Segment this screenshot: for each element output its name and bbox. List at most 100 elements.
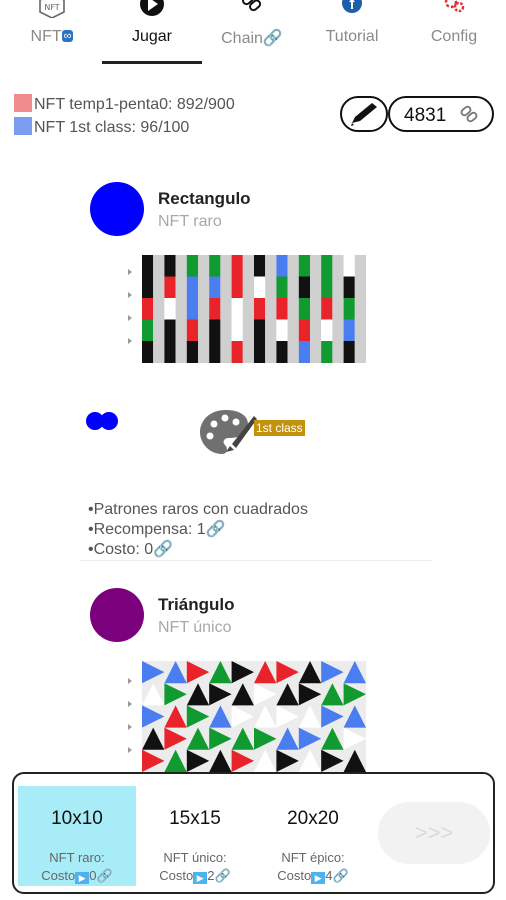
pattern-cell	[186, 255, 198, 277]
pattern-cell	[209, 341, 221, 363]
pattern-cell	[276, 276, 288, 299]
pattern-cell	[310, 319, 322, 342]
pattern-cell	[242, 341, 254, 363]
temp-color-swatch	[14, 94, 32, 112]
pattern-cell	[254, 298, 266, 320]
pattern-cell	[220, 319, 232, 342]
active-tab-indicator	[102, 61, 202, 64]
pattern-cell	[354, 255, 366, 277]
pattern-cell	[265, 255, 277, 277]
pattern-cell	[164, 276, 176, 299]
pattern-cell	[198, 298, 210, 320]
tutorial-icon	[342, 0, 362, 13]
nft-icon: NFT	[39, 0, 65, 18]
pattern-cell	[153, 255, 165, 277]
pattern-cell	[164, 341, 176, 363]
pen-icon	[351, 103, 377, 126]
play-icon: ▶	[193, 872, 208, 884]
tab-config-label: Config	[430, 28, 478, 45]
tab-nft-label: NFT	[30, 28, 62, 45]
reward-line: •Recompensa: 1🔗	[88, 521, 226, 538]
option-cost: 2🔗	[207, 868, 231, 883]
pattern-cell	[332, 298, 344, 320]
pattern-cell	[198, 276, 210, 299]
row-marker	[128, 269, 132, 275]
pattern-cell	[332, 276, 344, 299]
option-rarity: NFT único:	[163, 850, 227, 865]
tab-jugar-label: Jugar	[131, 28, 173, 45]
row-marker	[128, 724, 132, 730]
pattern-cell	[231, 341, 243, 363]
option-size: 10x10	[51, 808, 103, 829]
pattern-cell	[175, 341, 187, 363]
pattern-cell	[276, 255, 288, 277]
chain-icon	[460, 105, 478, 123]
tab-config[interactable]: Config	[404, 0, 504, 64]
pattern-cell	[198, 319, 210, 342]
card-title: Rectangulo	[158, 189, 251, 208]
pattern-cell	[287, 255, 299, 277]
pattern-cell	[142, 341, 154, 363]
pattern-cell	[209, 298, 221, 320]
tab-nft[interactable]: NFT NFT ∞	[2, 0, 102, 64]
row-marker	[128, 292, 132, 298]
pattern-cell	[310, 298, 322, 320]
row-marker	[128, 747, 132, 753]
pattern-cell	[254, 341, 266, 363]
pattern-cell	[242, 255, 254, 277]
feature-line: •Patrones raros con cuadrados	[88, 501, 308, 518]
option-rarity: NFT raro:	[49, 850, 105, 865]
pattern-cell	[298, 298, 310, 320]
option-size: 15x15	[169, 808, 221, 829]
size-option-20x20[interactable]: 20x20 NFT épico: Costo ▶ 4🔗	[254, 786, 372, 886]
pattern-cell	[321, 276, 333, 299]
pattern-cell	[343, 255, 355, 277]
row-marker	[128, 678, 132, 684]
option-cost: 0🔗	[89, 868, 113, 883]
pattern-cell	[287, 276, 299, 299]
size-option-15x15[interactable]: 15x15 NFT único: Costo ▶ 2🔗	[136, 786, 254, 886]
pattern-cell	[265, 298, 277, 320]
option-cost: 4🔗	[325, 868, 349, 883]
pattern-cell	[343, 276, 355, 299]
pattern-cell	[298, 255, 310, 277]
coins-button[interactable]: 4831	[388, 96, 494, 132]
next-button[interactable]: >>>	[378, 802, 490, 864]
option-cost-label: Costo	[277, 868, 312, 883]
pattern-cell	[265, 319, 277, 342]
first-class-color-swatch	[14, 117, 32, 135]
pattern-cell	[265, 276, 277, 299]
temp-counter-text: NFT temp1-penta0: 892/900	[34, 96, 235, 113]
pattern-cell	[153, 319, 165, 342]
pattern-cell	[209, 276, 221, 299]
pattern-cell	[220, 298, 232, 320]
row-marker	[128, 315, 132, 321]
pattern-cell	[220, 276, 232, 299]
tab-tutorial[interactable]: Tutorial	[302, 0, 402, 64]
card-title: Triángulo	[158, 595, 235, 614]
pattern-cell	[142, 298, 154, 320]
pattern-cell	[332, 319, 344, 342]
card-subtitle: NFT único	[158, 619, 232, 636]
edit-button[interactable]	[340, 96, 388, 132]
pattern-cell	[175, 298, 187, 320]
pattern-cell	[254, 319, 266, 342]
pattern-cell	[209, 319, 221, 342]
infinity-icon: ∞	[61, 30, 74, 42]
pattern-cell	[276, 298, 288, 320]
pattern-cell	[231, 298, 243, 320]
pattern-cell	[198, 255, 210, 277]
play-icon	[140, 0, 164, 16]
pattern-cell	[254, 255, 266, 277]
first-class-counter-text: NFT 1st class: 96/100	[34, 119, 190, 136]
size-option-10x10[interactable]: 10x10 NFT raro: Costo ▶ 0🔗	[18, 786, 136, 886]
palette-icon	[200, 410, 257, 454]
option-cost-label: Costo	[159, 868, 194, 883]
pattern-cell	[175, 276, 187, 299]
pattern-cell	[354, 276, 366, 299]
tab-chain[interactable]: Chain🔗	[202, 0, 302, 64]
triangulo-avatar	[90, 588, 144, 642]
pattern-cell	[186, 298, 198, 320]
pattern-cell	[310, 276, 322, 299]
tab-jugar[interactable]: Jugar	[102, 0, 202, 64]
